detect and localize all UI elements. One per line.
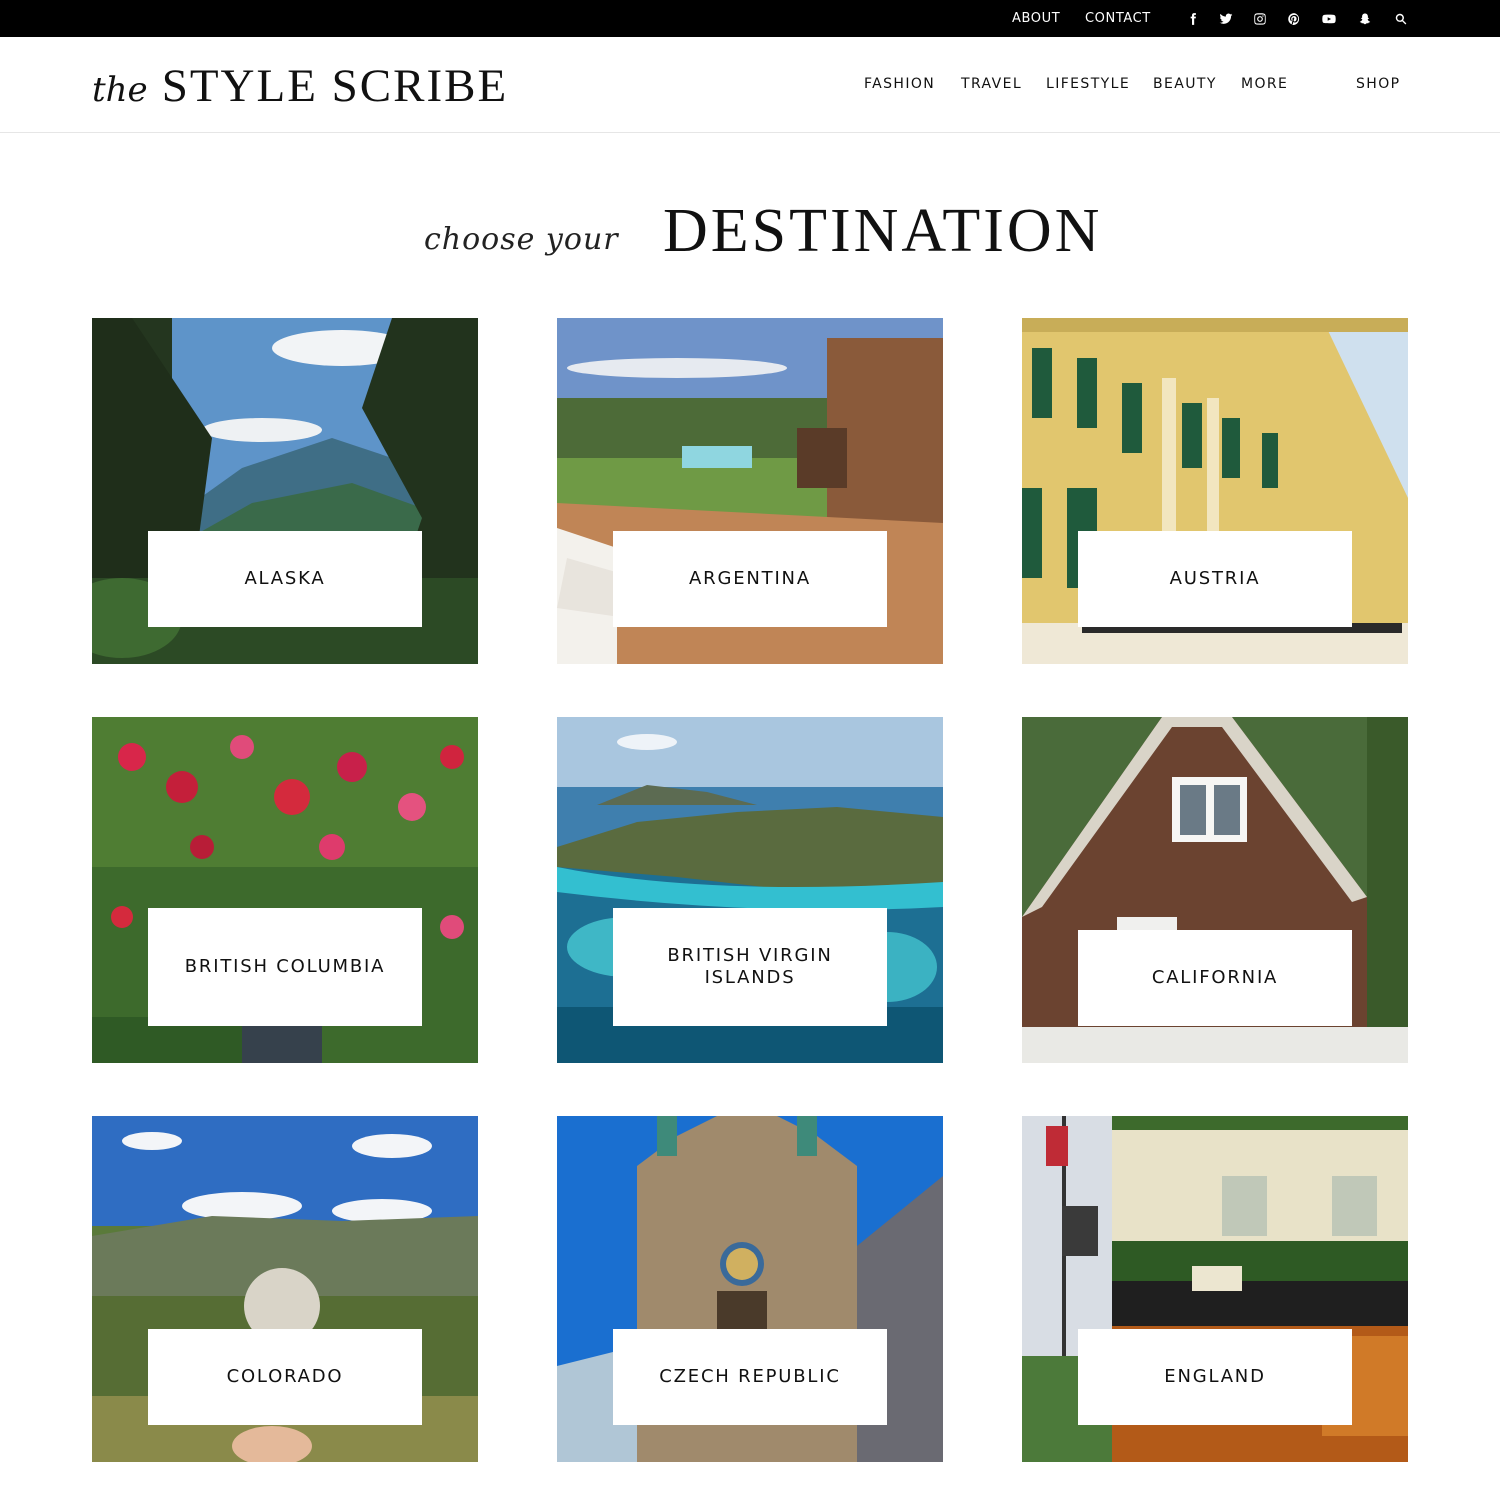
destination-card-california[interactable]: CALIFORNIA (1022, 717, 1408, 1063)
youtube-icon[interactable] (1320, 10, 1338, 28)
nav-shop[interactable]: SHOP (1356, 76, 1400, 92)
pinterest-icon[interactable] (1285, 10, 1303, 28)
destination-card-czech-republic[interactable]: CZECH REPUBLIC (557, 1116, 943, 1462)
snapchat-icon[interactable] (1356, 10, 1374, 28)
destination-card-alaska[interactable]: ALASKA (92, 318, 478, 664)
destination-card-british-columbia[interactable]: BRITISH COLUMBIA (92, 717, 478, 1063)
destination-card-austria[interactable]: AUSTRIA (1022, 318, 1408, 664)
destination-card-england[interactable]: ENGLAND (1022, 1116, 1408, 1462)
page-heading: choose your DESTINATION (0, 190, 1500, 300)
destination-label: ALASKA (244, 568, 326, 589)
destination-label-box: CALIFORNIA (1078, 930, 1352, 1026)
instagram-icon[interactable] (1251, 10, 1269, 28)
destination-card-argentina[interactable]: ARGENTINA (557, 318, 943, 664)
nav-beauty[interactable]: BEAUTY (1153, 76, 1217, 92)
destination-label-box: ALASKA (148, 531, 422, 627)
destination-label-box: ENGLAND (1078, 1329, 1352, 1425)
nav-fashion[interactable]: FASHION (864, 76, 935, 92)
site-header: the STYLE SCRIBE FASHION TRAVEL LIFESTYL… (0, 37, 1500, 133)
destination-label-box: COLORADO (148, 1329, 422, 1425)
destination-label-box: BRITISH VIRGIN ISLANDS (613, 908, 887, 1026)
destination-label-box: AUSTRIA (1078, 531, 1352, 627)
destination-label-box: BRITISH COLUMBIA (148, 908, 422, 1026)
contact-link[interactable]: CONTACT (1085, 11, 1151, 26)
destination-label: ARGENTINA (689, 568, 811, 589)
destination-label-box: CZECH REPUBLIC (613, 1329, 887, 1425)
heading-script: choose your (424, 222, 619, 257)
destination-card-colorado[interactable]: COLORADO (92, 1116, 478, 1462)
destination-label: AUSTRIA (1169, 568, 1261, 589)
logo-prefix: the (92, 70, 148, 110)
facebook-icon[interactable] (1184, 10, 1202, 28)
destination-label: CZECH REPUBLIC (659, 1366, 841, 1387)
top-bar: ABOUT CONTACT (0, 0, 1500, 37)
page-title: DESTINATION (663, 197, 1103, 265)
destination-label: BRITISH VIRGIN ISLANDS (667, 945, 833, 988)
search-icon[interactable] (1392, 10, 1410, 28)
destination-label: BRITISH COLUMBIA (184, 956, 386, 977)
destination-label-box: ARGENTINA (613, 531, 887, 627)
logo-name: STYLE SCRIBE (161, 60, 509, 112)
nav-travel[interactable]: TRAVEL (961, 76, 1022, 92)
destination-label: CALIFORNIA (1151, 967, 1279, 988)
destination-label: COLORADO (226, 1366, 344, 1387)
twitter-icon[interactable] (1217, 10, 1235, 28)
nav-more[interactable]: MORE (1241, 76, 1288, 92)
destination-label: ENGLAND (1164, 1366, 1266, 1387)
nav-lifestyle[interactable]: LIFESTYLE (1046, 76, 1130, 92)
site-logo[interactable]: the STYLE SCRIBE (92, 59, 508, 113)
about-link[interactable]: ABOUT (1012, 11, 1060, 26)
destination-card-british-virgin-islands[interactable]: BRITISH VIRGIN ISLANDS (557, 717, 943, 1063)
